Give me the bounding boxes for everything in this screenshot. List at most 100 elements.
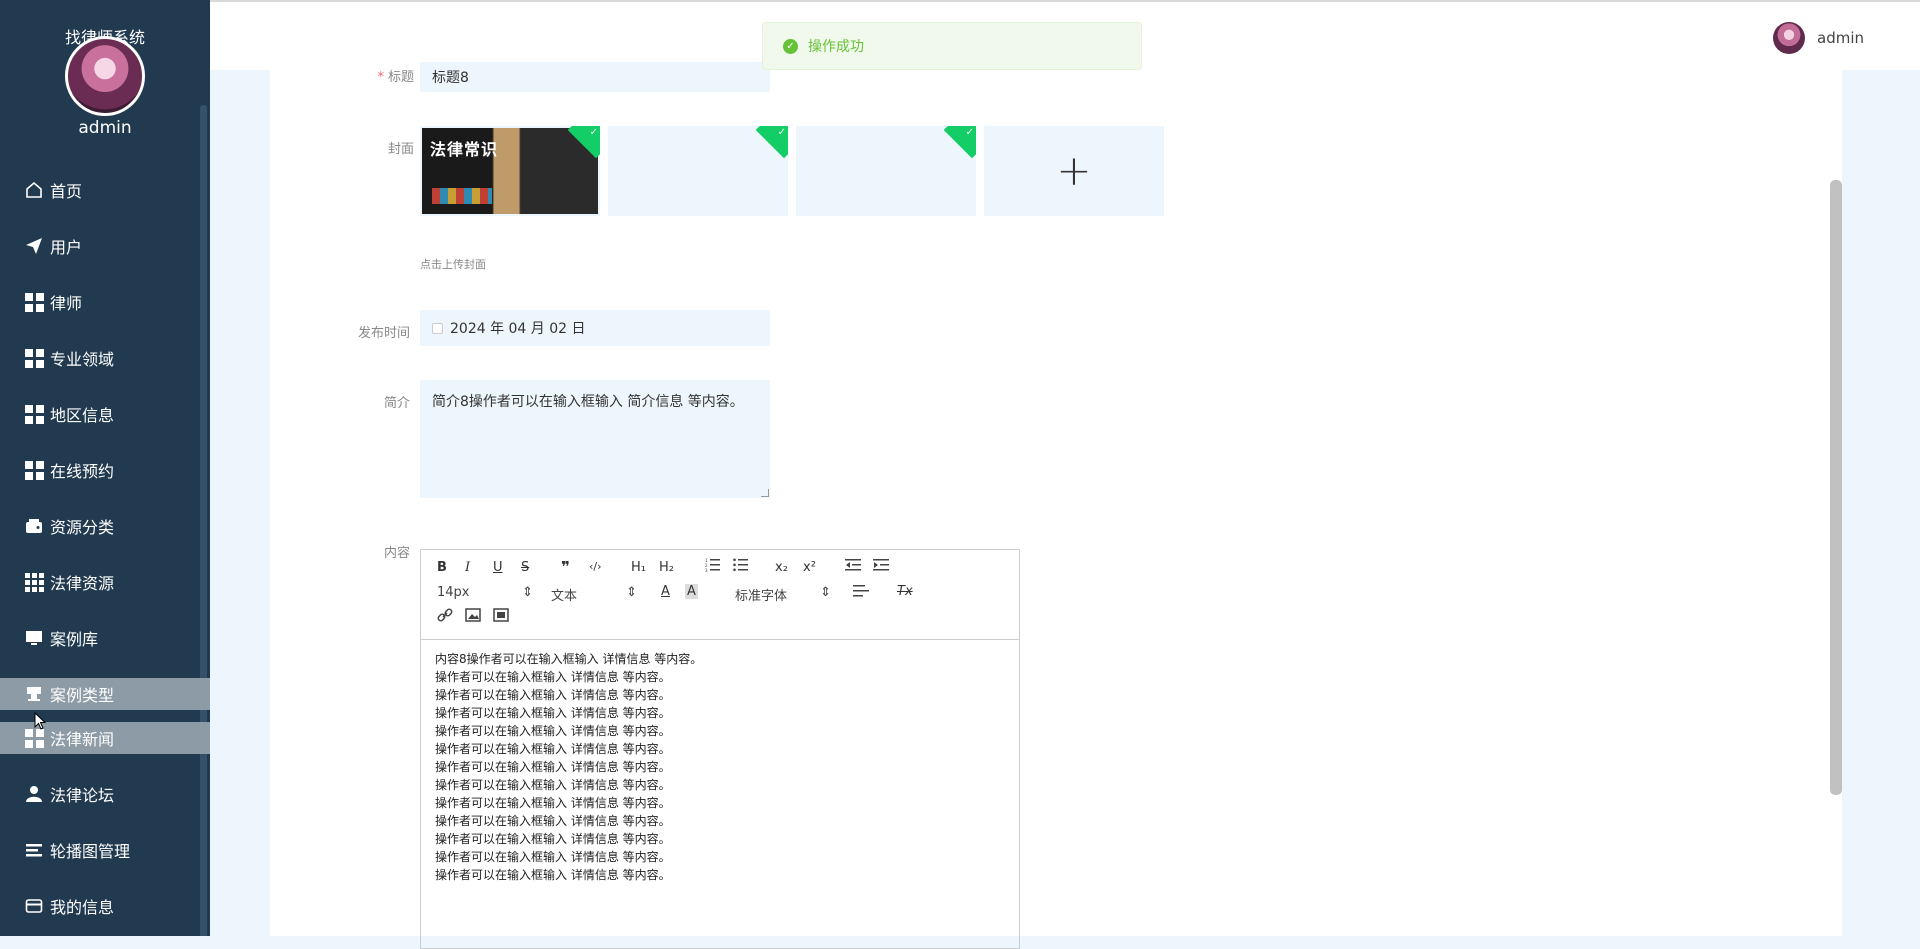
cursor-icon — [34, 712, 46, 730]
content-line: 操作者可以在输入框输入 详情信息 等内容。 — [435, 832, 671, 846]
grid-icon — [24, 404, 44, 424]
grid-icon — [24, 460, 44, 480]
sidebar-item-legal-forum[interactable]: 法律论坛 — [0, 766, 210, 822]
content-line: 操作者可以在输入框输入 详情信息 等内容。 — [435, 760, 671, 774]
plus-icon: + — [1056, 146, 1092, 195]
sidebar-item-label: 资源分类 — [50, 518, 115, 537]
send-icon — [24, 236, 44, 256]
h1-button[interactable]: H₁ — [631, 560, 646, 575]
sidebar-item-legal-news[interactable]: 法律新闻 — [0, 722, 210, 754]
text-color-icon[interactable]: A — [661, 584, 670, 599]
sidebar-item-users[interactable]: 用户 — [0, 218, 210, 274]
page-scrollbar[interactable] — [1830, 180, 1842, 795]
clear-format-button[interactable]: Tx — [897, 584, 913, 599]
sidebar-item-regions[interactable]: 地区信息 — [0, 386, 210, 442]
intro-textarea[interactable]: 简介8操作者可以在输入框输入 简介信息 等内容。 — [420, 380, 770, 498]
grid-icon — [24, 348, 44, 368]
font-size-value: 14px — [437, 585, 470, 600]
align-icon[interactable] — [853, 584, 869, 602]
sidebar-item-appointments[interactable]: 在线预约 — [0, 442, 210, 498]
avatar — [65, 36, 145, 116]
date-value: 2024 年 04 月 02 日 — [450, 321, 586, 337]
sidebar-item-home[interactable]: 首页 — [0, 162, 210, 218]
date-picker[interactable]: 2024 年 04 月 02 日 — [420, 310, 770, 346]
content-line: 操作者可以在输入框输入 详情信息 等内容。 — [435, 670, 671, 684]
sidebar-item-case-types[interactable]: 案例类型 — [0, 678, 210, 710]
sidebar-username: admin — [78, 118, 132, 138]
editor-content[interactable]: 内容8操作者可以在输入框输入 详情信息 等内容。 操作者可以在输入框输入 详情信… — [421, 640, 1019, 894]
quote-button[interactable]: ❞ — [561, 558, 570, 576]
sidebar-item-label: 首页 — [50, 182, 83, 201]
sidebar-item-label: 用户 — [50, 238, 83, 257]
indent-icon[interactable] — [873, 558, 889, 576]
stamp-icon — [24, 684, 44, 704]
user-menu[interactable]: admin — [1773, 22, 1864, 54]
video-icon[interactable] — [493, 608, 509, 626]
sidebar-nav: 首页 用户 律师 专业领域 地区信息 在线预约 资源分类 法律资源 案例库 案例… — [0, 162, 210, 934]
sidebar-item-resource-categories[interactable]: 资源分类 — [0, 498, 210, 554]
grid-icon — [24, 728, 44, 748]
content-line: 操作者可以在输入框输入 详情信息 等内容。 — [435, 850, 671, 864]
monitor-icon — [24, 628, 44, 648]
sidebar-item-legal-resources[interactable]: 法律资源 — [0, 554, 210, 610]
intro-label: 简介 — [383, 396, 410, 411]
resize-handle[interactable] — [761, 489, 769, 497]
content-line: 操作者可以在输入框输入 详情信息 等内容。 — [435, 742, 671, 756]
success-toast: ✓ 操作成功 — [762, 22, 1142, 70]
sidebar-item-label: 地区信息 — [50, 406, 115, 425]
sidebar-item-my-info[interactable]: 我的信息 — [0, 878, 210, 934]
toast-message: 操作成功 — [808, 39, 864, 55]
bullet-list-icon[interactable] — [733, 558, 749, 576]
sidebar-item-label: 我的信息 — [50, 898, 115, 917]
link-icon[interactable] — [437, 608, 453, 626]
content-line: 操作者可以在输入框输入 详情信息 等内容。 — [435, 724, 671, 738]
content-line: 操作者可以在输入框输入 详情信息 等内容。 — [435, 796, 671, 810]
font-family-select[interactable]: 标准字体 ⇕ — [735, 585, 831, 604]
title-input[interactable]: 标题8 — [420, 62, 770, 92]
underline-button[interactable]: U — [493, 560, 503, 575]
font-family-value: 标准字体 — [735, 589, 788, 604]
background-color-icon[interactable]: A — [685, 584, 698, 599]
sidebar-item-label: 法律资源 — [50, 574, 115, 593]
sidebar-item-fields[interactable]: 专业领域 — [0, 330, 210, 386]
sidebar-item-label: 专业领域 — [50, 350, 115, 369]
outdent-icon[interactable] — [845, 558, 861, 576]
header-select[interactable]: 文本 ⇕ — [551, 585, 637, 604]
sidebar-item-label: 轮播图管理 — [50, 842, 131, 861]
sidebar-item-lawyers[interactable]: 律师 — [0, 274, 210, 330]
h2-button[interactable]: H₂ — [659, 560, 674, 575]
check-icon: ✓ — [965, 127, 974, 138]
header-username: admin — [1817, 29, 1864, 47]
italic-button[interactable]: I — [465, 560, 470, 575]
content-line: 操作者可以在输入框输入 详情信息 等内容。 — [435, 868, 671, 882]
superscript-button[interactable]: x² — [803, 560, 816, 575]
sidebar-item-carousel[interactable]: 轮播图管理 — [0, 822, 210, 878]
header-select-value: 文本 — [551, 589, 578, 604]
font-size-select[interactable]: 14px ⇕ — [437, 585, 533, 600]
grid-icon — [24, 292, 44, 312]
bold-button[interactable]: B — [437, 560, 447, 575]
content-label: 内容 — [383, 546, 410, 561]
ordered-list-icon[interactable]: 123 — [705, 558, 721, 576]
home-icon — [24, 180, 44, 200]
sidebar-item-label: 在线预约 — [50, 462, 115, 481]
sidebar-item-case-library[interactable]: 案例库 — [0, 610, 210, 666]
cover-upload-button[interactable]: + — [984, 126, 1164, 216]
calendar-icon — [432, 322, 443, 334]
avatar — [1773, 22, 1805, 54]
cover-image-text: 法律常识 — [430, 140, 499, 159]
code-button[interactable]: ‹/› — [589, 560, 602, 573]
subscript-button[interactable]: x₂ — [775, 560, 788, 575]
sidebar-item-label: 案例类型 — [50, 686, 115, 705]
cover-image-slot[interactable]: 法律常识 ✓ — [420, 126, 600, 216]
cover-image: 法律常识 — [422, 128, 598, 214]
cover-image-slot[interactable]: ✓ — [608, 126, 788, 216]
cover-image-slot[interactable]: ✓ — [796, 126, 976, 216]
grid9-icon — [24, 572, 44, 592]
image-icon[interactable] — [465, 608, 481, 626]
date-label: 发布时间 — [357, 326, 410, 341]
strike-button[interactable]: S — [521, 560, 529, 575]
check-circle-icon: ✓ — [783, 38, 798, 54]
wallet-icon — [24, 516, 44, 536]
sidebar-item-label: 律师 — [50, 294, 83, 313]
